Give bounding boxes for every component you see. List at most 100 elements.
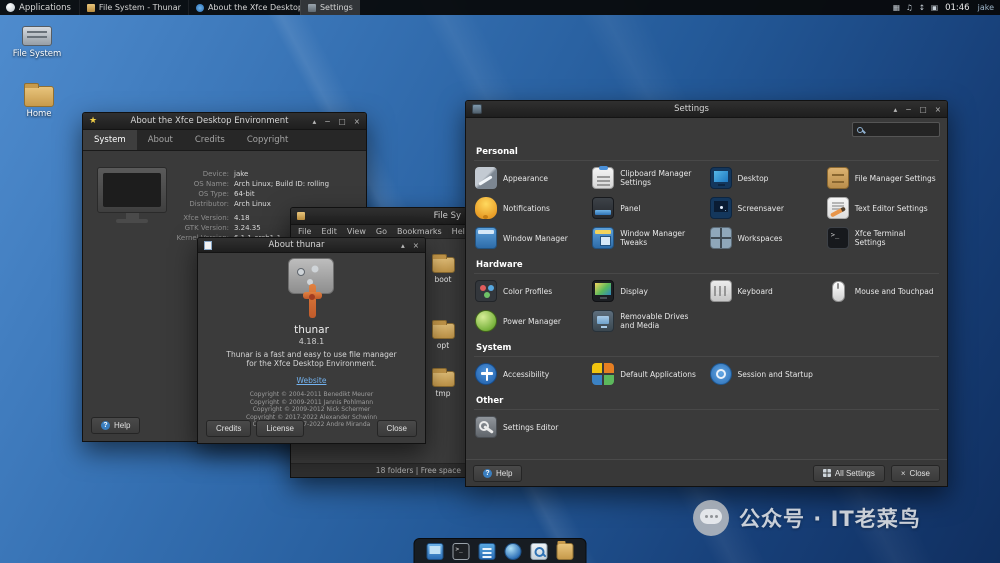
- menu-bookmarks[interactable]: Bookmarks: [392, 227, 447, 236]
- settings-item-color-profiles[interactable]: Color Profiles: [472, 276, 589, 306]
- tab-about[interactable]: About: [137, 130, 184, 150]
- settings-item-text-editor[interactable]: Text Editor Settings: [824, 193, 941, 223]
- search-input[interactable]: [866, 125, 935, 134]
- terminal-launcher-icon[interactable]: [453, 543, 470, 560]
- settings-item-screensaver[interactable]: Screensaver: [707, 193, 824, 223]
- folder-item-boot[interactable]: boot: [421, 257, 465, 284]
- settings-item-appearance[interactable]: Appearance: [472, 163, 589, 193]
- settings-item-clipboard-manager[interactable]: Clipboard Manager Settings: [589, 163, 706, 193]
- settings-item-keyboard[interactable]: Keyboard: [707, 276, 824, 306]
- settings-titlebar[interactable]: Settings ▴ − □ ×: [466, 101, 947, 118]
- file-manager-launcher-icon[interactable]: [557, 543, 574, 560]
- display-tray-icon[interactable]: ▦: [893, 3, 900, 12]
- settings-item-settings-editor[interactable]: Settings Editor: [472, 412, 589, 442]
- settings-item-window-manager[interactable]: Window Manager: [472, 223, 589, 253]
- tab-credits[interactable]: Credits: [184, 130, 236, 150]
- close-icon[interactable]: ×: [413, 241, 419, 250]
- settings-item-notifications[interactable]: Notifications: [472, 193, 589, 223]
- settings-item-wm-tweaks[interactable]: Window Manager Tweaks: [589, 223, 706, 253]
- document-icon: [204, 241, 212, 250]
- menu-view[interactable]: View: [342, 227, 371, 236]
- tab-copyright[interactable]: Copyright: [236, 130, 300, 150]
- thunar-logo-figure: [303, 284, 322, 320]
- help-button[interactable]: ? Help: [91, 417, 140, 434]
- dock: [414, 538, 587, 563]
- settings-item-session-startup[interactable]: Session and Startup: [707, 359, 824, 389]
- settings-item-panel[interactable]: Panel: [589, 193, 706, 223]
- software-launcher-icon[interactable]: [479, 543, 496, 560]
- settings-item-file-manager[interactable]: File Manager Settings: [824, 163, 941, 193]
- user-label[interactable]: jake: [978, 3, 994, 12]
- thunar-statusbar: 18 folders | Free space: [291, 463, 466, 477]
- settings-window: Settings ▴ − □ × Personal Appearance Cli…: [465, 100, 948, 487]
- about-thunar-titlebar[interactable]: About thunar ▴ ×: [198, 238, 425, 253]
- settings-item-label: Keyboard: [738, 287, 773, 296]
- terminal-icon: [827, 227, 849, 249]
- network-tray-icon[interactable]: ↕: [919, 3, 925, 12]
- settings-item-label: Desktop: [738, 174, 769, 183]
- menu-file[interactable]: File: [293, 227, 316, 236]
- settings-body: Personal Appearance Clipboard Manager Se…: [466, 118, 947, 459]
- folder-icon: [432, 257, 455, 273]
- license-button[interactable]: License: [256, 420, 304, 437]
- maximize-icon[interactable]: □: [339, 117, 346, 126]
- notifications-tray-icon[interactable]: ▣: [931, 3, 938, 12]
- shade-icon[interactable]: ▴: [313, 117, 317, 126]
- taskbar-button-settings[interactable]: Settings: [300, 0, 360, 15]
- credits-button[interactable]: Credits: [206, 420, 251, 437]
- desktop-icon-home[interactable]: Home: [8, 86, 70, 119]
- close-button[interactable]: Close: [377, 420, 417, 437]
- folder-item-opt[interactable]: opt: [421, 323, 465, 350]
- minimize-icon[interactable]: −: [324, 117, 330, 126]
- text-editor-icon: [827, 197, 849, 219]
- app-finder-icon[interactable]: [531, 543, 548, 560]
- settings-item-xfce-terminal[interactable]: Xfce Terminal Settings: [824, 223, 941, 253]
- website-link[interactable]: Website: [297, 376, 327, 385]
- close-button[interactable]: × Close: [891, 465, 940, 482]
- close-icon[interactable]: ×: [935, 105, 941, 114]
- maximize-icon[interactable]: □: [920, 105, 927, 114]
- settings-item-default-applications[interactable]: Default Applications: [589, 359, 706, 389]
- clock[interactable]: 01:46: [945, 3, 970, 13]
- settings-item-label: Appearance: [503, 174, 548, 183]
- thunar-titlebar[interactable]: File Sy: [291, 208, 466, 225]
- help-button-label: Help: [496, 469, 512, 478]
- help-button[interactable]: ? Help: [473, 465, 522, 482]
- menu-go[interactable]: Go: [371, 227, 392, 236]
- settings-item-accessibility[interactable]: Accessibility: [472, 359, 589, 389]
- shade-icon[interactable]: ▴: [894, 105, 898, 114]
- tab-system[interactable]: System: [83, 130, 137, 150]
- close-icon[interactable]: ×: [354, 117, 360, 126]
- settings-item-desktop[interactable]: Desktop: [707, 163, 824, 193]
- search-box[interactable]: [852, 122, 940, 137]
- settings-item-mouse[interactable]: Mouse and Touchpad: [824, 276, 941, 306]
- folder-item-tmp[interactable]: tmp: [421, 371, 465, 398]
- web-browser-icon[interactable]: [505, 543, 522, 560]
- default-applications-icon: [592, 363, 614, 385]
- folder-label: opt: [421, 341, 465, 350]
- session-startup-icon: [710, 363, 732, 385]
- settings-item-removable-drives[interactable]: Removable Drives and Media: [589, 306, 706, 336]
- statusbar-text: 18 folders | Free space: [376, 466, 461, 475]
- taskbar-button-about-xfce[interactable]: About the Xfce Desktop E...: [188, 0, 300, 15]
- settings-item-label: Removable Drives and Media: [620, 312, 703, 330]
- volume-tray-icon[interactable]: ♫: [906, 3, 913, 12]
- file-manager-icon: [827, 167, 849, 189]
- applications-menu[interactable]: Applications: [0, 0, 79, 15]
- about-xfce-titlebar[interactable]: ★ About the Xfce Desktop Environment ▴ −…: [83, 113, 366, 130]
- shade-icon[interactable]: ▴: [401, 241, 405, 250]
- desktop-icon-file-system[interactable]: File System: [6, 26, 68, 59]
- thunar-logo: [282, 258, 342, 322]
- settings-item-display[interactable]: Display: [589, 276, 706, 306]
- grid-icon: [823, 469, 831, 477]
- minimize-icon[interactable]: −: [905, 105, 911, 114]
- menu-edit[interactable]: Edit: [316, 227, 342, 236]
- window-manager-tweaks-icon: [592, 227, 614, 249]
- settings-item-workspaces[interactable]: Workspaces: [707, 223, 824, 253]
- settings-item-power-manager[interactable]: Power Manager: [472, 306, 589, 336]
- window-title: File Sy: [434, 211, 461, 221]
- settings-item-label: Mouse and Touchpad: [855, 287, 934, 296]
- show-desktop-icon[interactable]: [427, 543, 444, 560]
- all-settings-button[interactable]: All Settings: [813, 465, 885, 482]
- taskbar-button-thunar[interactable]: File System - Thunar: [79, 0, 188, 15]
